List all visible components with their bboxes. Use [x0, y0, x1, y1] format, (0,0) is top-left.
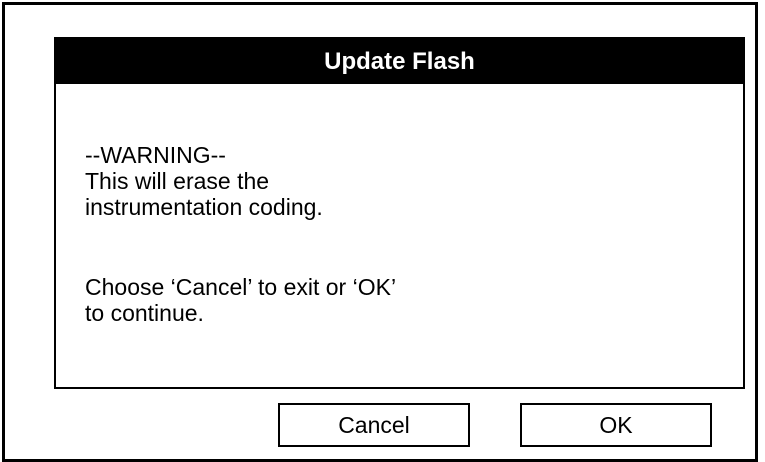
- ok-button[interactable]: OK: [520, 403, 712, 447]
- warning-line-1: This will erase the: [85, 168, 270, 194]
- cancel-button[interactable]: Cancel: [278, 403, 470, 447]
- warning-heading: --WARNING--: [85, 142, 226, 168]
- update-flash-dialog: Update Flash --WARNING-- This will erase…: [54, 37, 745, 389]
- instruction-line-2: to continue.: [85, 300, 204, 326]
- warning-line-2: instrumentation coding.: [85, 194, 323, 220]
- dialog-title: Update Flash: [56, 39, 743, 84]
- instruction-line-1: Choose ‘Cancel’ to exit or ‘OK’: [85, 274, 397, 300]
- dialog-message: --WARNING-- This will erase the instrume…: [85, 142, 705, 326]
